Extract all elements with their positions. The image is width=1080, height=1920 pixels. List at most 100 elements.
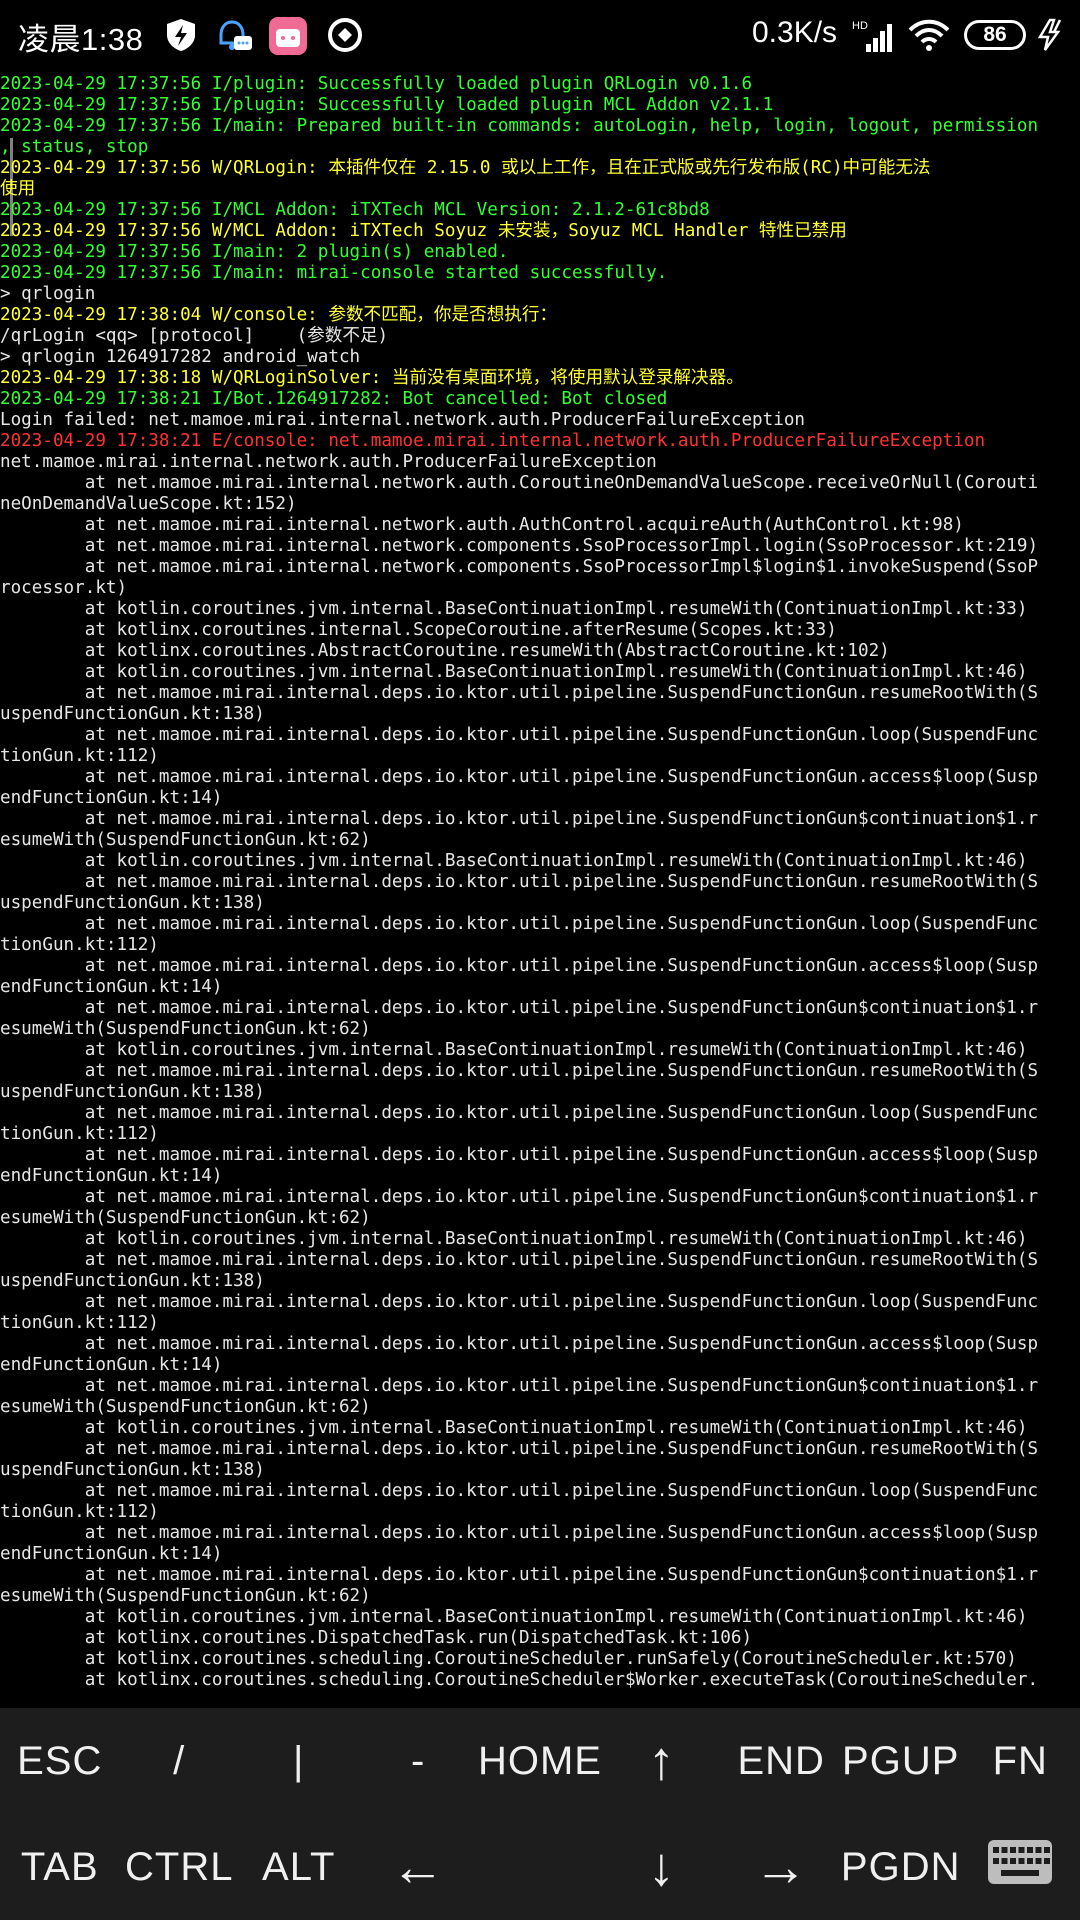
svg-text:HD: HD: [852, 20, 868, 32]
terminal-line: 2023-04-29 17:37:56 I/main: Prepared bui…: [0, 116, 1039, 136]
terminal-line: at net.mamoe.mirai.internal.deps.io.ktor…: [0, 998, 1039, 1018]
extra-keys-bar: ESC / | - HOME ↑ END PGUP FN TAB CTRL ALT ← ↓ → PGDN: [0, 1708, 1080, 1920]
terminal-line: at kotlin.coroutines.jvm.internal.BaseCo…: [0, 599, 1028, 619]
terminal-line: at kotlinx.coroutines.scheduling.Corouti…: [0, 1649, 1017, 1669]
music-disc-icon: [326, 16, 364, 54]
terminal-line: uspendFunctionGun.kt:138): [0, 1460, 265, 1480]
key-home[interactable]: HOME: [478, 1708, 602, 1814]
terminal-line: > qrlogin 1264917282 android_watch: [0, 347, 361, 367]
wifi-icon: [908, 18, 950, 57]
terminal-line: 2023-04-29 17:38:04 W/console: 参数不匹配，你是否…: [0, 305, 558, 325]
key-ctrl[interactable]: CTRL: [119, 1814, 238, 1920]
status-bar: 凌晨1:38 0.3K/s HD 86: [0, 0, 1080, 72]
terminal-line: Login failed: net.mamoe.mirai.internal.n…: [0, 410, 806, 430]
key-slash[interactable]: /: [119, 1708, 238, 1814]
terminal-line: at kotlinx.coroutines.DispatchedTask.run…: [0, 1628, 753, 1648]
terminal-line: 2023-04-29 17:37:56 I/main: 2 plugin(s) …: [0, 242, 509, 262]
terminal-line: esumeWith(SuspendFunctionGun.kt:62): [0, 1019, 371, 1039]
terminal-line: at net.mamoe.mirai.internal.network.comp…: [0, 536, 1039, 556]
terminal-line: at net.mamoe.mirai.internal.deps.io.ktor…: [0, 1439, 1039, 1459]
terminal-line: at net.mamoe.mirai.internal.deps.io.ktor…: [0, 725, 1039, 745]
status-time: 凌晨1:38: [18, 22, 144, 57]
battery-icon: 86: [964, 20, 1026, 50]
terminal-line: at net.mamoe.mirai.internal.deps.io.ktor…: [0, 1292, 1039, 1312]
terminal-line: at kotlin.coroutines.jvm.internal.BaseCo…: [0, 1607, 1028, 1627]
terminal-line: at net.mamoe.mirai.internal.deps.io.ktor…: [0, 1145, 1039, 1165]
terminal-line: 使用: [0, 179, 36, 199]
terminal-line: 2023-04-29 17:37:56 I/MCL Addon: iTXTech…: [0, 200, 710, 220]
terminal-line: 2023-04-29 17:37:56 W/QRLogin: 本插件仅在 2.1…: [0, 158, 931, 178]
terminal-line: at kotlin.coroutines.jvm.internal.BaseCo…: [0, 1418, 1028, 1438]
terminal-lines: 2023-04-29 17:37:56 I/plugin: Successful…: [0, 74, 1038, 1691]
terminal-line: tionGun.kt:112): [0, 935, 159, 955]
terminal-line: at kotlinx.coroutines.internal.ScopeCoro…: [0, 620, 837, 640]
terminal-line: esumeWith(SuspendFunctionGun.kt:62): [0, 830, 371, 850]
terminal-line: at net.mamoe.mirai.internal.deps.io.ktor…: [0, 683, 1039, 703]
terminal-line: /qrLogin <qq> [protocol] (参数不足): [0, 326, 389, 346]
terminal-line: 2023-04-29 17:38:21 I/Bot.1264917282: Bo…: [0, 389, 668, 409]
terminal-line: at kotlin.coroutines.jvm.internal.BaseCo…: [0, 1229, 1028, 1249]
terminal-line: at net.mamoe.mirai.internal.deps.io.ktor…: [0, 809, 1039, 829]
key-dash[interactable]: -: [358, 1708, 478, 1814]
terminal-line: endFunctionGun.kt:14): [0, 1355, 223, 1375]
terminal-line: tionGun.kt:112): [0, 746, 159, 766]
terminal-line: at net.mamoe.mirai.internal.deps.io.ktor…: [0, 1523, 1039, 1543]
terminal-line: esumeWith(SuspendFunctionGun.kt:62): [0, 1586, 371, 1606]
key-pipe[interactable]: |: [239, 1708, 358, 1814]
terminal-line: at net.mamoe.mirai.internal.deps.io.ktor…: [0, 1481, 1039, 1501]
terminal-line: at net.mamoe.mirai.internal.network.auth…: [0, 515, 964, 535]
shield-bolt-icon: [162, 16, 200, 54]
key-up[interactable]: ↑: [602, 1708, 721, 1814]
terminal-line: at net.mamoe.mirai.internal.deps.io.ktor…: [0, 767, 1039, 787]
terminal-line: > qrlogin: [0, 284, 96, 304]
key-keyboard[interactable]: [961, 1814, 1080, 1920]
terminal-line: esumeWith(SuspendFunctionGun.kt:62): [0, 1397, 371, 1417]
terminal-line: net.mamoe.mirai.internal.network.auth.Pr…: [0, 452, 657, 472]
terminal-line: endFunctionGun.kt:14): [0, 1166, 223, 1186]
key-tab[interactable]: TAB: [0, 1814, 119, 1920]
terminal-line: at kotlinx.coroutines.scheduling.Corouti…: [0, 1670, 1039, 1690]
terminal-line: 2023-04-29 17:38:18 W/QRLoginSolver: 当前没…: [0, 368, 744, 388]
terminal-line: at net.mamoe.mirai.internal.deps.io.ktor…: [0, 1250, 1039, 1270]
terminal-line: 2023-04-29 17:37:56 I/main: mirai-consol…: [0, 263, 668, 283]
terminal-line: endFunctionGun.kt:14): [0, 788, 223, 808]
qq-bell-icon: [214, 16, 252, 54]
terminal-output[interactable]: 2023-04-29 17:37:56 I/plugin: Successful…: [0, 74, 1080, 1700]
terminal-line: at kotlinx.coroutines.AbstractCoroutine.…: [0, 641, 890, 661]
key-alt[interactable]: ALT: [239, 1814, 358, 1920]
key-right[interactable]: →: [721, 1814, 840, 1920]
terminal-line: at kotlin.coroutines.jvm.internal.BaseCo…: [0, 851, 1028, 871]
key-end[interactable]: END: [721, 1708, 840, 1814]
terminal-line: 2023-04-29 17:37:56 I/plugin: Successful…: [0, 74, 753, 94]
keyboard-icon: [987, 1839, 1053, 1895]
network-speed: 0.3K/s: [752, 16, 838, 49]
terminal-line: uspendFunctionGun.kt:138): [0, 704, 265, 724]
terminal-line: neOnDemandValueScope.kt:152): [0, 494, 297, 514]
terminal-line: tionGun.kt:112): [0, 1502, 159, 1522]
terminal-line: endFunctionGun.kt:14): [0, 977, 223, 997]
bilibili-icon: [268, 16, 307, 55]
terminal-line: at net.mamoe.mirai.internal.network.comp…: [0, 557, 1039, 577]
terminal-line: esumeWith(SuspendFunctionGun.kt:62): [0, 1208, 371, 1228]
terminal-line: , status, stop: [0, 137, 149, 157]
key-pgup[interactable]: PGUP: [841, 1708, 961, 1814]
terminal-line: at net.mamoe.mirai.internal.deps.io.ktor…: [0, 872, 1039, 892]
key-fn[interactable]: FN: [961, 1708, 1080, 1814]
terminal-line: at net.mamoe.mirai.internal.deps.io.ktor…: [0, 1103, 1039, 1123]
terminal-line: uspendFunctionGun.kt:138): [0, 1082, 265, 1102]
terminal-line: tionGun.kt:112): [0, 1124, 159, 1144]
key-left[interactable]: ←: [358, 1814, 478, 1920]
key-down[interactable]: ↓: [602, 1814, 721, 1920]
terminal-line: uspendFunctionGun.kt:138): [0, 893, 265, 913]
terminal-line: at net.mamoe.mirai.internal.deps.io.ktor…: [0, 914, 1039, 934]
terminal-line: at kotlin.coroutines.jvm.internal.BaseCo…: [0, 662, 1028, 682]
terminal-line: at net.mamoe.mirai.internal.deps.io.ktor…: [0, 1061, 1039, 1081]
terminal-line: at net.mamoe.mirai.internal.deps.io.ktor…: [0, 1187, 1039, 1207]
terminal-line: at net.mamoe.mirai.internal.deps.io.ktor…: [0, 1334, 1039, 1354]
terminal-line: at net.mamoe.mirai.internal.deps.io.ktor…: [0, 1565, 1039, 1585]
terminal-line: endFunctionGun.kt:14): [0, 1544, 223, 1564]
key-esc[interactable]: ESC: [0, 1708, 119, 1814]
signal-icon: HD: [852, 18, 900, 59]
key-pgdn[interactable]: PGDN: [841, 1814, 961, 1920]
charging-icon: [1036, 18, 1066, 57]
